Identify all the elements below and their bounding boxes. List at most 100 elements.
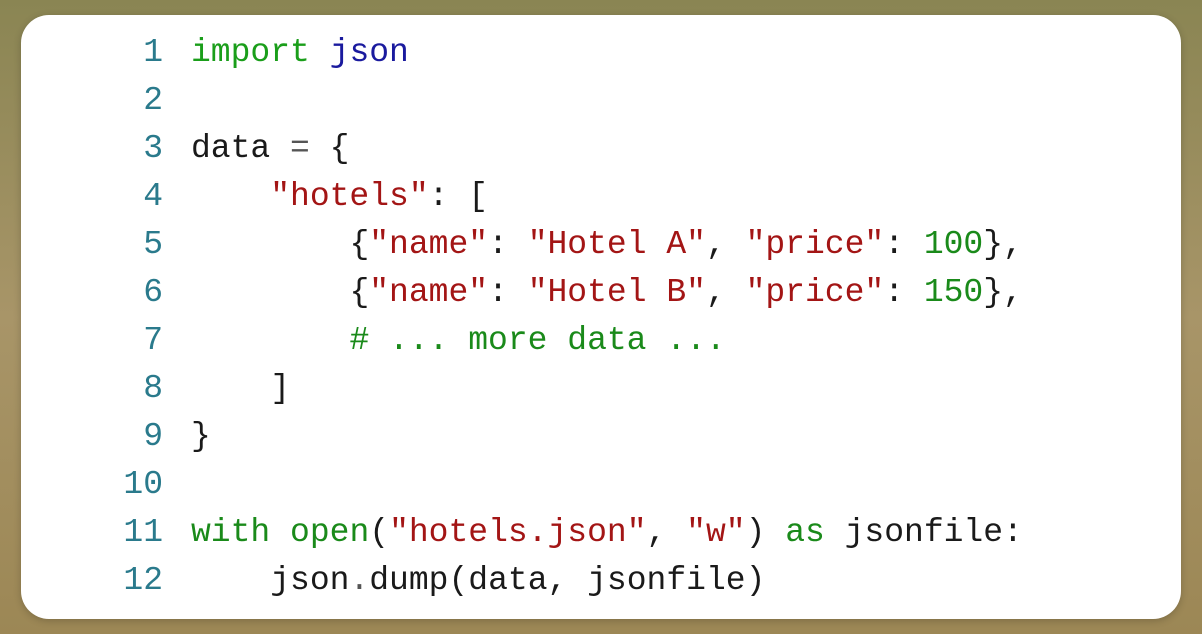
code-token: [191, 562, 270, 599]
code-token: [191, 226, 349, 263]
code-line: 10: [21, 461, 1181, 509]
code-token: },: [983, 226, 1023, 263]
code-content: }: [191, 413, 211, 461]
code-token: json: [330, 34, 409, 71]
code-line: 1import json: [21, 29, 1181, 77]
code-token: "price": [746, 226, 885, 263]
code-token: "Hotel B": [528, 274, 706, 311]
code-line: 6 {"name": "Hotel B", "price": 150},: [21, 269, 1181, 317]
code-content: data = {: [191, 125, 349, 173]
code-token: :: [488, 226, 508, 263]
code-token: dump: [369, 562, 448, 599]
code-token: .: [349, 562, 369, 599]
code-token: :: [488, 274, 508, 311]
code-line: 4 "hotels": [: [21, 173, 1181, 221]
code-token: ,: [706, 274, 726, 311]
code-token: "name": [369, 274, 488, 311]
code-token: }: [191, 418, 211, 455]
code-token: [765, 514, 785, 551]
code-token: (: [448, 562, 468, 599]
code-token: jsonfile: [845, 514, 1003, 551]
code-token: [191, 178, 270, 215]
code-token: {: [349, 226, 369, 263]
code-line: 5 {"name": "Hotel A", "price": 100},: [21, 221, 1181, 269]
code-token: [191, 370, 270, 407]
code-content: "hotels": [: [191, 173, 488, 221]
code-token: {: [349, 274, 369, 311]
line-number: 8: [21, 365, 191, 413]
code-token: with: [191, 514, 270, 551]
code-token: ,: [647, 514, 667, 551]
code-token: :: [884, 226, 904, 263]
code-token: "Hotel A": [528, 226, 706, 263]
code-token: [270, 514, 290, 551]
line-number: 12: [21, 557, 191, 605]
line-number: 1: [21, 29, 191, 77]
code-token: as: [785, 514, 825, 551]
code-token: 100: [924, 226, 983, 263]
code-token: ): [746, 514, 766, 551]
line-number: 2: [21, 77, 191, 125]
code-token: import: [191, 34, 310, 71]
code-token: [191, 322, 349, 359]
code-token: # ... more data ...: [349, 322, 725, 359]
line-number: 9: [21, 413, 191, 461]
code-line: 8 ]: [21, 365, 1181, 413]
code-token: "name": [369, 226, 488, 263]
code-token: =: [290, 130, 310, 167]
code-token: [726, 226, 746, 263]
code-token: "hotels": [270, 178, 428, 215]
code-token: ,: [706, 226, 726, 263]
code-token: {: [330, 130, 350, 167]
code-line: 9}: [21, 413, 1181, 461]
line-number: 4: [21, 173, 191, 221]
code-token: [: [468, 178, 488, 215]
code-token: (: [369, 514, 389, 551]
code-token: jsonfile: [587, 562, 745, 599]
code-content: json.dump(data, jsonfile): [191, 557, 765, 605]
line-number: 7: [21, 317, 191, 365]
code-token: [904, 274, 924, 311]
code-token: ]: [270, 370, 290, 407]
code-content: {"name": "Hotel A", "price": 100},: [191, 221, 1023, 269]
code-token: "hotels.json": [389, 514, 646, 551]
code-line: 11with open("hotels.json", "w") as jsonf…: [21, 509, 1181, 557]
code-token: open: [290, 514, 369, 551]
code-token: json: [270, 562, 349, 599]
code-token: data: [468, 562, 547, 599]
line-number: 5: [21, 221, 191, 269]
line-number: 3: [21, 125, 191, 173]
code-line: 3data = {: [21, 125, 1181, 173]
code-line: 12 json.dump(data, jsonfile): [21, 557, 1181, 605]
code-token: 150: [924, 274, 983, 311]
code-token: [567, 562, 587, 599]
code-token: [726, 274, 746, 311]
code-token: [508, 274, 528, 311]
code-token: ): [746, 562, 766, 599]
code-token: ,: [548, 562, 568, 599]
code-token: :: [884, 274, 904, 311]
code-content: {"name": "Hotel B", "price": 150},: [191, 269, 1023, 317]
code-content: # ... more data ...: [191, 317, 726, 365]
code-token: [508, 226, 528, 263]
code-token: [666, 514, 686, 551]
code-token: [270, 130, 290, 167]
code-token: [904, 226, 924, 263]
code-token: [191, 274, 349, 311]
code-token: data: [191, 130, 270, 167]
code-content: with open("hotels.json", "w") as jsonfil…: [191, 509, 1023, 557]
code-token: :: [429, 178, 449, 215]
code-token: "price": [746, 274, 885, 311]
code-token: [448, 178, 468, 215]
code-token: [310, 130, 330, 167]
line-number: 10: [21, 461, 191, 509]
code-token: },: [983, 274, 1023, 311]
code-token: :: [1003, 514, 1023, 551]
code-line: 2: [21, 77, 1181, 125]
code-line: 7 # ... more data ...: [21, 317, 1181, 365]
code-token: [310, 34, 330, 71]
code-content: ]: [191, 365, 290, 413]
code-token: [825, 514, 845, 551]
line-number: 6: [21, 269, 191, 317]
line-number: 11: [21, 509, 191, 557]
